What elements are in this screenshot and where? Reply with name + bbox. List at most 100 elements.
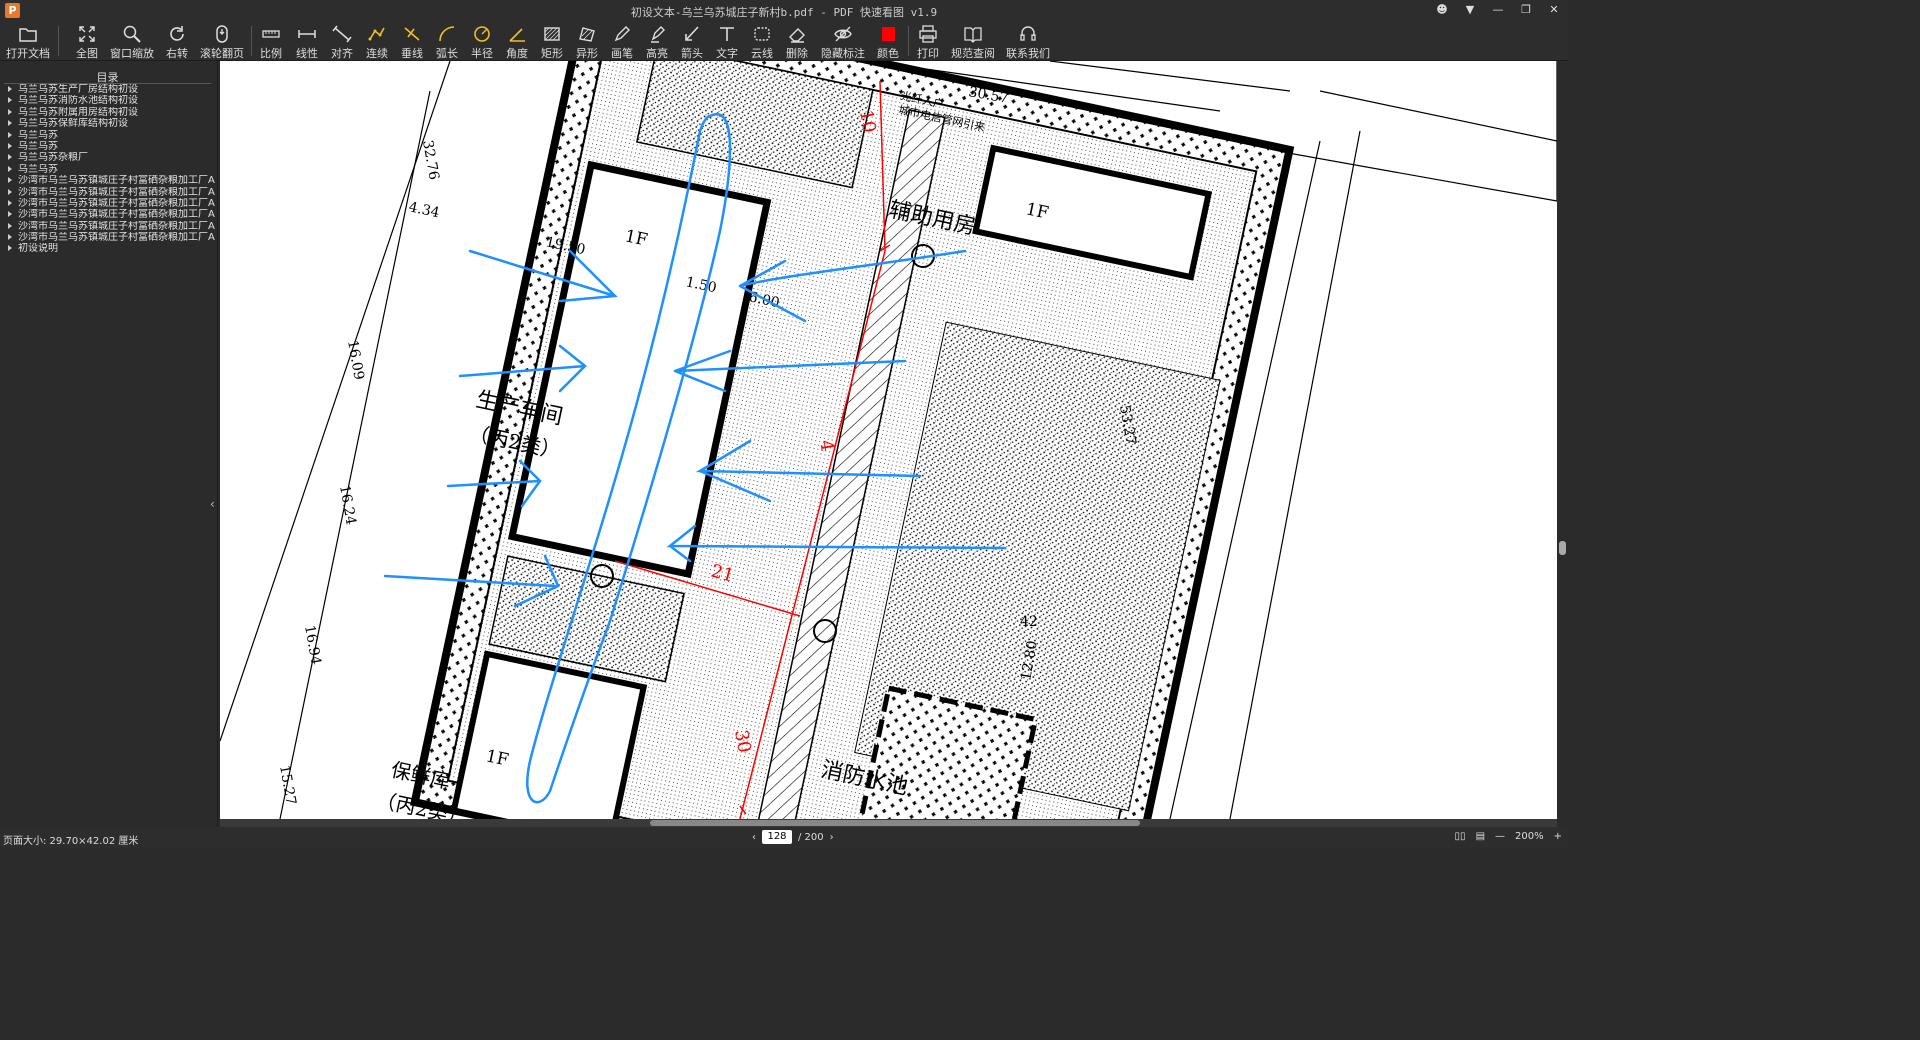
aligned-button[interactable]: 对齐 [327,24,357,60]
outline-item[interactable]: 沙湾市乌兰乌苏镇城庄子村富硒杂粮加工厂A [0,187,217,198]
outline-item[interactable]: 乌兰乌苏附属用房结构初设 [0,107,217,118]
collapse-sidebar-icon[interactable]: ‹ [210,497,215,511]
expand-arrow-icon[interactable] [8,188,12,195]
close-button[interactable]: ✕ [1546,2,1562,18]
linear-button[interactable]: 线性 [292,24,322,60]
vertical-scrollbar[interactable] [1557,61,1568,819]
next-page-icon[interactable]: › [830,832,834,843]
expand-arrow-icon[interactable] [8,199,12,206]
outline-item[interactable]: 沙湾市乌兰乌苏镇城庄子村富硒杂粮加工厂A [0,221,217,232]
horizontal-scrollbar[interactable] [220,819,1557,827]
text-button[interactable]: 文字 [712,24,742,60]
zoom-level[interactable]: 200% [1515,831,1544,842]
toolbar-label: 高亮 [646,47,668,60]
pen-button[interactable]: 画笔 [607,24,637,60]
title-bar: P 初设文本-乌兰乌苏城庄子新村b.pdf - PDF 快速看图 v1.9 ☻ … [0,0,1568,22]
dim-4-34: 4.34 [407,199,441,221]
zoom-in-icon[interactable]: + [1554,831,1562,842]
contact-us-button[interactable]: 联系我们 [1005,24,1051,60]
outline-item[interactable]: 乌兰乌苏消防水池结构初设 [0,95,217,106]
continuous-measure-icon [368,27,385,41]
dim-16-09: 16.09 [344,339,367,381]
toolbar-separator [58,26,59,56]
status-bar: 页面大小: 29.70×42.02 厘米 ‹ 128 / 200 › ▯▯ ▤ … [0,827,1568,849]
toolbar-label: 滚轮翻页 [200,47,244,60]
outline-item[interactable]: 乌兰乌苏杂粮厂 [0,152,217,163]
expand-arrow-icon[interactable] [8,165,12,172]
expand-arrow-icon[interactable] [8,211,12,218]
zoom-window-button[interactable]: 窗口缩放 [110,24,154,60]
outline-item[interactable]: 乌兰乌苏 [0,164,217,175]
open-document-button[interactable]: 打开文档 [6,24,50,60]
menu-dropdown-icon[interactable]: ▼ [1462,2,1478,18]
toolbar-label: 删除 [786,47,808,60]
minimize-button[interactable]: — [1490,2,1506,18]
vertical-scroll-thumb[interactable] [1559,541,1566,555]
print-button[interactable]: 打印 [913,24,943,60]
expand-arrow-icon[interactable] [8,234,12,241]
standards-lookup-button[interactable]: 规范查阅 [950,24,996,60]
user-icon[interactable]: ☻ [1434,2,1450,18]
expand-arrow-icon[interactable] [8,120,12,127]
prev-page-icon[interactable]: ‹ [752,832,756,843]
expand-arrow-icon[interactable] [8,108,12,115]
window-title: 初设文本-乌兰乌苏城庄子新村b.pdf - PDF 快速看图 v1.9 [630,6,938,19]
wheel-page-button[interactable]: 滚轮翻页 [200,24,244,60]
horizontal-scroll-thumb[interactable] [650,820,1140,826]
single-page-icon[interactable]: ▤ [1476,831,1485,842]
outline-item[interactable]: 沙湾市乌兰乌苏镇城庄子村富硒杂粮加工厂A [0,209,217,220]
toolbar-label: 联系我们 [1006,47,1050,60]
toolbar-separator [251,26,252,56]
expand-arrow-icon[interactable] [8,97,12,104]
toolbar-label: 连续 [366,47,388,60]
outline-item[interactable]: 沙湾市乌兰乌苏镇城庄子村富硒杂粮加工厂A [0,175,217,186]
outline-item-label: 沙湾市乌兰乌苏镇城庄子村富硒杂粮加工厂A [18,186,215,198]
expand-arrow-icon[interactable] [8,177,12,184]
hide-annotations-button[interactable]: 隐藏标注 [820,24,866,60]
scale-button[interactable]: 比例 [256,24,286,60]
rectangle-button[interactable]: 矩形 [537,24,567,60]
dim-16-24: 16.24 [336,484,359,526]
angle-button[interactable]: 角度 [502,24,532,60]
cloud-line-button[interactable]: 云线 [747,24,777,60]
toolbar-label: 比例 [260,47,282,60]
color-button[interactable]: 颜色 [873,24,903,60]
perpendicular-button[interactable]: 垂线 [397,24,427,60]
fit-all-button[interactable]: 全图 [72,24,102,60]
outline-item[interactable]: 初设说明 [0,243,217,254]
outline-item-label: 乌兰乌苏消防水池结构初设 [18,95,138,107]
expand-arrow-icon[interactable] [8,154,12,161]
toolbar-label: 弧长 [436,47,458,60]
double-page-icon[interactable]: ▯▯ [1455,831,1466,842]
arc-length-icon [439,26,455,42]
radius-button[interactable]: 半径 [467,24,497,60]
expand-arrow-icon[interactable] [8,142,12,149]
outline-item[interactable]: 乌兰乌苏 [0,141,217,152]
delete-button[interactable]: 删除 [782,24,812,60]
outline-item[interactable]: 乌兰乌苏保鲜库结构初设 [0,118,217,129]
arc-length-button[interactable]: 弧长 [432,24,462,60]
toolbar-label: 规范查阅 [951,47,995,60]
toolbar-label: 打印 [917,47,939,60]
highlight-button[interactable]: 高亮 [642,24,672,60]
outline-item[interactable]: 沙湾市乌兰乌苏镇城庄子村富硒杂粮加工厂A [0,198,217,209]
document-viewer[interactable]: 辅助用房 1F 生产车间 （丙2类） 1F 保鲜库 （丙2类） 1F 消防水池 … [220,61,1557,819]
outline-item-label: 乌兰乌苏 [18,163,58,175]
outline-item[interactable]: 乌兰乌苏生产厂房结构初设 [0,84,217,95]
expand-arrow-icon[interactable] [8,131,12,138]
expand-arrow-icon[interactable] [8,86,12,92]
outline-item[interactable]: 乌兰乌苏 [0,130,217,141]
outline-item[interactable]: 沙湾市乌兰乌苏镇城庄子村富硒杂粮加工厂A [0,232,217,243]
page-number-input[interactable]: 128 [762,830,792,844]
dim-32-76: 32.76 [419,139,442,181]
polygon-button[interactable]: 异形 [572,24,602,60]
restore-button[interactable]: ❐ [1518,2,1534,18]
continuous-button[interactable]: 连续 [362,24,392,60]
text-icon [720,27,734,41]
expand-arrow-icon[interactable] [8,222,12,229]
expand-arrow-icon[interactable] [8,245,12,252]
rotate-right-button[interactable]: 右转 [162,24,192,60]
toolbar-label: 矩形 [541,47,563,60]
arrow-button[interactable]: 箭头 [677,24,707,60]
zoom-out-icon[interactable]: — [1495,831,1505,842]
